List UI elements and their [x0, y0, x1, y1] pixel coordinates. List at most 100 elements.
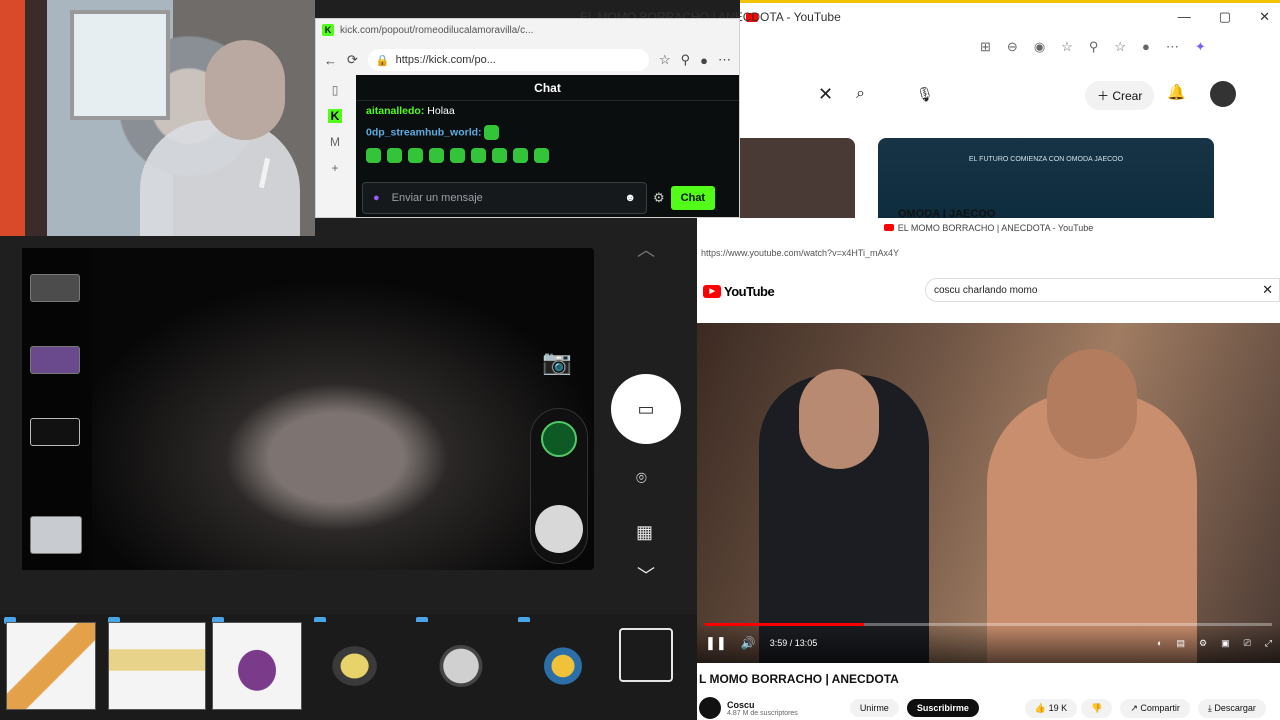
- background-monitor: [70, 10, 170, 120]
- youtube-popout-window: EL MOMO BORRACHO | ANECDOTA - YouTube ht…: [697, 218, 1280, 720]
- channel-avatar[interactable]: [699, 697, 721, 719]
- pause-icon[interactable]: ❚❚: [705, 635, 727, 651]
- extensions-icon[interactable]: ⚲: [681, 52, 691, 68]
- collapse-down-icon[interactable]: ﹀: [637, 562, 655, 588]
- volume-icon[interactable]: 🔊: [741, 636, 756, 650]
- mode-rail: [530, 408, 588, 564]
- photo-mode-icon[interactable]: [535, 505, 583, 553]
- favorite-icon[interactable]: ☆: [659, 52, 671, 68]
- person-head: [205, 40, 285, 140]
- tabs-icon[interactable]: ▯: [332, 83, 339, 97]
- pokemon-thumbnail[interactable]: [6, 622, 96, 710]
- close-icon[interactable]: ✕: [1259, 9, 1270, 25]
- dislike-button[interactable]: 👎: [1081, 698, 1113, 718]
- video-mode-button[interactable]: [30, 274, 80, 302]
- youtube-logo-icon: ▶: [703, 284, 721, 298]
- clear-search-icon[interactable]: ✕: [818, 84, 833, 105]
- like-button[interactable]: 👍 19 K: [1024, 698, 1078, 718]
- youtube-nav: ✕ ⌕ 🎙: [740, 77, 1280, 111]
- pokemon-thumbnail[interactable]: [314, 622, 404, 710]
- back-icon[interactable]: ←: [324, 53, 337, 68]
- join-button[interactable]: Unirme: [849, 699, 899, 717]
- chat-input[interactable]: ● Enviar un mensaje ☻: [362, 182, 647, 214]
- qr-code-icon[interactable]: ▦: [636, 522, 653, 543]
- chat-input-row: ● Enviar un mensaje ☻ ⚙ Chat: [362, 181, 734, 215]
- extensions-icon[interactable]: ⚲: [1089, 39, 1099, 55]
- apps-icon[interactable]: ⊞: [980, 39, 991, 55]
- settings-icon[interactable]: ⚙: [653, 190, 665, 206]
- yt-pop-url[interactable]: https://www.youtube.com/watch?v=x4HTi_mA…: [701, 248, 899, 258]
- autoplay-toggle-icon[interactable]: ◐: [1157, 638, 1162, 648]
- emoji-icon[interactable]: ☻: [624, 192, 636, 204]
- send-chat-button[interactable]: Chat: [670, 186, 716, 210]
- add-icon[interactable]: +: [331, 161, 338, 175]
- thumbs-up-icon: 👍: [1034, 702, 1047, 713]
- mic-icon[interactable]: ●: [373, 192, 380, 204]
- video-record-icon[interactable]: [541, 421, 577, 457]
- more-icon[interactable]: ⋯: [718, 52, 731, 68]
- emote-icon: [450, 148, 465, 163]
- pokemon-thumbnail[interactable]: [212, 622, 302, 710]
- minimize-icon[interactable]: —: [1178, 9, 1191, 25]
- settings-icon[interactable]: ⚙: [1199, 638, 1207, 649]
- subscribe-button[interactable]: Suscribirme: [906, 699, 979, 717]
- youtube-header: ▶ YouTube coscu charlando momo ✕: [697, 276, 1280, 306]
- favorite-icon[interactable]: ☆: [1061, 39, 1073, 55]
- chat-title: Chat: [356, 75, 739, 101]
- camera-icon[interactable]: ⌾: [636, 468, 647, 489]
- notifications-icon[interactable]: 🔔: [1167, 83, 1186, 101]
- cast-icon[interactable]: ⎚: [1244, 638, 1251, 649]
- download-icon: ⤓: [1207, 702, 1212, 713]
- video-player[interactable]: ❚❚ 🔊 3:59 / 13:05 ◐ ▤ ⚙ ▣ ⎚ ⤢: [697, 323, 1280, 663]
- image-strip: [0, 614, 697, 720]
- chat-text: Holaa: [427, 105, 455, 117]
- mail-icon[interactable]: M: [330, 135, 340, 149]
- download-button[interactable]: ⤓ Descargar: [1197, 698, 1266, 718]
- tracking-icon[interactable]: ◉: [1034, 39, 1045, 55]
- video-thumbnail[interactable]: [740, 138, 855, 221]
- maximize-icon[interactable]: ▢: [1219, 9, 1231, 25]
- time-display: 3:59 / 13:05: [769, 638, 818, 648]
- subtitles-icon[interactable]: ▤: [1176, 638, 1185, 649]
- share-button[interactable]: ↗ Compartir: [1120, 698, 1190, 718]
- zoom-out-icon[interactable]: ⊖: [1007, 39, 1018, 55]
- pokemon-thumbnail[interactable]: [518, 622, 608, 710]
- mic-icon[interactable]: 🎙: [916, 86, 934, 103]
- youtube-logo[interactable]: ▶ YouTube: [703, 284, 775, 299]
- refresh-icon[interactable]: ⟳: [347, 52, 358, 68]
- profile-icon[interactable]: ●: [700, 53, 708, 68]
- panorama-mode-button[interactable]: [30, 346, 80, 374]
- pokemon-thumbnail[interactable]: [108, 622, 206, 710]
- search-icon[interactable]: ⌕: [856, 85, 865, 103]
- emote-icon: [366, 148, 381, 163]
- channel-name[interactable]: Coscu: [727, 700, 798, 710]
- copilot-icon[interactable]: ✦: [1195, 39, 1206, 55]
- switch-camera-icon[interactable]: 📷: [542, 348, 572, 377]
- kick-app-icon[interactable]: K: [327, 109, 343, 123]
- url-field[interactable]: 🔒 https://kick.com/po...: [367, 49, 649, 71]
- profile-icon[interactable]: ●: [1142, 39, 1150, 55]
- more-icon[interactable]: ⋯: [1166, 39, 1179, 55]
- pokemon-thumbnail[interactable]: [416, 622, 506, 710]
- miniplayer-icon[interactable]: ▣: [1221, 638, 1230, 649]
- emote-row: [356, 144, 739, 167]
- create-button[interactable]: ＋ Crear: [1085, 81, 1155, 110]
- browser-toolbar: ⊞ ⊖ ◉ ☆ ⚲ ☆ ● ⋯ ✦: [980, 39, 1206, 55]
- fullscreen-icon[interactable]: ⤢: [1265, 638, 1272, 649]
- collections-icon[interactable]: ☆: [1114, 39, 1126, 55]
- clear-search-icon[interactable]: ✕: [1262, 282, 1273, 298]
- chat-panel: Chat aitanalledo: Holaa 0dp_streamhub_wo…: [356, 75, 739, 217]
- emote-icon: [471, 148, 486, 163]
- chat-username[interactable]: 0dp_streamhub_world: [366, 126, 478, 138]
- thumbs-down-icon: 👎: [1091, 702, 1103, 713]
- last-capture-thumbnail[interactable]: [30, 516, 82, 554]
- search-input[interactable]: coscu charlando momo ✕: [925, 278, 1280, 302]
- empty-thumbnail-slot[interactable]: [619, 628, 673, 682]
- film-mode-button[interactable]: [30, 418, 80, 446]
- chat-username[interactable]: aitanalledo: [366, 105, 421, 117]
- avatar[interactable]: [1210, 81, 1236, 107]
- camera-preview: [22, 248, 594, 570]
- collapse-up-icon[interactable]: ︿: [637, 236, 655, 262]
- lock-icon: 🔒: [375, 54, 390, 67]
- record-button[interactable]: ▭: [611, 374, 681, 444]
